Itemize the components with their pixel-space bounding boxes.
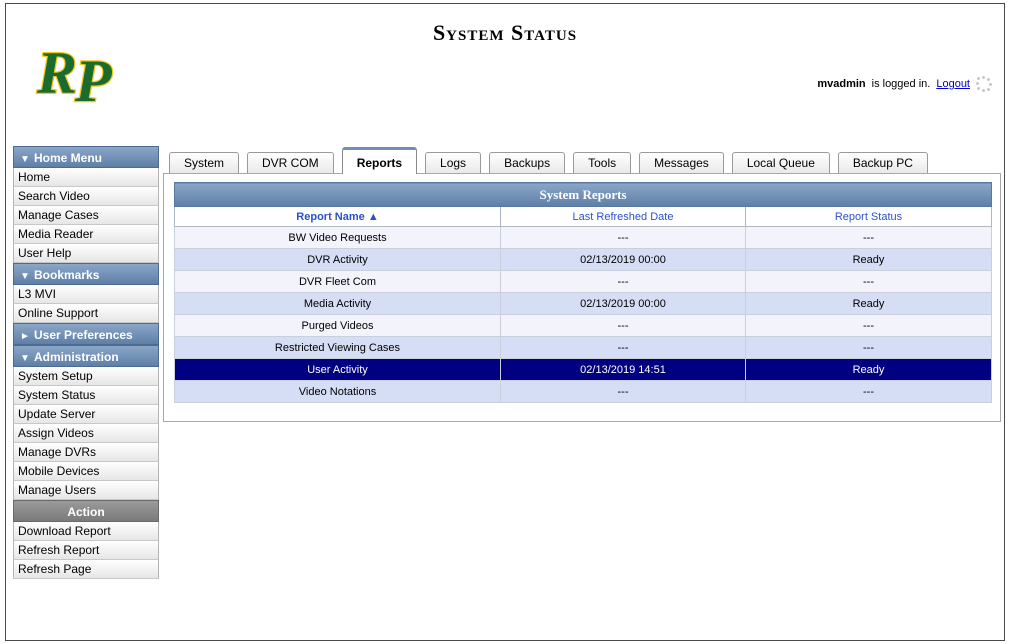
sidebar-item-download-report[interactable]: Download Report — [13, 522, 159, 541]
app-window: R P System Status mvadmin is logged in. … — [5, 3, 1005, 641]
sidebar-item-mobile-devices[interactable]: Mobile Devices — [13, 462, 159, 481]
logout-link[interactable]: Logout — [936, 78, 970, 90]
tab-reports[interactable]: Reports — [341, 147, 418, 174]
last-refreshed-cell: --- — [500, 226, 746, 249]
report-status-cell: --- — [745, 314, 992, 337]
report-name-cell: Purged Videos — [174, 314, 501, 337]
table-row[interactable]: DVR Fleet Com --- --- — [174, 270, 992, 293]
tab-tools[interactable]: Tools — [573, 152, 632, 174]
last-refreshed-cell: 02/13/2019 00:00 — [500, 248, 746, 271]
loading-spinner-icon — [976, 76, 992, 92]
last-refreshed-cell: --- — [500, 270, 746, 293]
page-title: System Status — [432, 20, 578, 45]
tab-messages[interactable]: Messages — [639, 152, 724, 174]
report-name-cell: Media Activity — [174, 292, 501, 315]
tab-backups[interactable]: Backups — [489, 152, 566, 174]
report-name-cell: Restricted Viewing Cases — [174, 336, 501, 359]
report-status-cell: Ready — [745, 248, 992, 271]
sidebar-item-home[interactable]: Home — [13, 168, 159, 187]
table-row[interactable]: Restricted Viewing Cases --- --- — [174, 336, 992, 359]
login-status: mvadmin is logged in. Logout — [817, 76, 992, 92]
tab-local-queue[interactable]: Local Queue — [731, 152, 830, 174]
last-refreshed-cell: 02/13/2019 14:51 — [500, 358, 746, 381]
table-caption: System Reports — [174, 182, 992, 207]
table-row[interactable]: DVR Activity 02/13/2019 00:00 Ready — [174, 248, 992, 271]
sidebar-item-refresh-page[interactable]: Refresh Page — [13, 560, 159, 579]
tab-backup-pc[interactable]: Backup PC — [837, 152, 928, 174]
svg-text:P: P — [74, 48, 113, 107]
report-status-cell: Ready — [745, 292, 992, 315]
report-name-cell: Video Notations — [174, 380, 501, 403]
tab-logs[interactable]: Logs — [425, 152, 482, 174]
sidebar-item-system-setup[interactable]: System Setup — [13, 367, 159, 386]
sidebar-item-user-help[interactable]: User Help — [13, 244, 159, 263]
username: mvadmin — [817, 78, 866, 90]
last-refreshed-cell: --- — [500, 314, 746, 337]
report-status-cell: Ready — [745, 358, 992, 381]
report-status-cell: --- — [745, 270, 992, 293]
report-name-cell: BW Video Requests — [174, 226, 501, 249]
system-reports-table: System Reports Report Name ▲ Last Refres… — [174, 182, 992, 403]
report-status-cell: --- — [745, 336, 992, 359]
tab-dvr-com[interactable]: DVR COM — [247, 152, 334, 174]
report-name-cell: DVR Activity — [174, 248, 501, 271]
sidebar-item-assign-videos[interactable]: Assign Videos — [13, 424, 159, 443]
collapsed-arrow-icon: ► — [20, 331, 30, 342]
sidebar-item-manage-users[interactable]: Manage Users — [13, 481, 159, 500]
table-row[interactable]: User Activity 02/13/2019 14:51 Ready — [174, 358, 992, 381]
table-row[interactable]: Media Activity 02/13/2019 00:00 Ready — [174, 292, 992, 315]
sidebar-item-online-support[interactable]: Online Support — [13, 304, 159, 323]
sidebar-item-system-status[interactable]: System Status — [13, 386, 159, 405]
sidebar-item-search-video[interactable]: Search Video — [13, 187, 159, 206]
sidebar-item-l3-mvi[interactable]: L3 MVI — [13, 285, 159, 304]
column-header-last-refreshed[interactable]: Last Refreshed Date — [500, 206, 746, 227]
tab-bar: System DVR COM Reports Logs Backups Tools Mess… — [169, 146, 936, 174]
action-header: Action — [13, 500, 159, 522]
logged-in-text: is logged in. — [871, 78, 931, 90]
sidebar-item-refresh-report[interactable]: Refresh Report — [13, 541, 159, 560]
report-name-cell: DVR Fleet Com — [174, 270, 501, 293]
table-row[interactable]: BW Video Requests --- --- — [174, 226, 992, 249]
administration-header[interactable]: ▼ Administration — [13, 345, 159, 367]
tab-content-panel: System Reports Report Name ▲ Last Refres… — [163, 173, 1001, 422]
home-menu-header[interactable]: ▼ Home Menu — [13, 146, 159, 168]
table-row[interactable]: Purged Videos --- --- — [174, 314, 992, 337]
sidebar-item-update-server[interactable]: Update Server — [13, 405, 159, 424]
sidebar-item-media-reader[interactable]: Media Reader — [13, 225, 159, 244]
main-panel: System DVR COM Reports Logs Backups Tools Mess… — [163, 146, 1001, 422]
report-status-cell: --- — [745, 380, 992, 403]
bookmarks-header[interactable]: ▼ Bookmarks — [13, 263, 159, 285]
report-name-cell: User Activity — [174, 358, 501, 381]
last-refreshed-cell: 02/13/2019 00:00 — [500, 292, 746, 315]
tab-system[interactable]: System — [169, 152, 240, 174]
user-preferences-header[interactable]: ► User Preferences — [13, 323, 159, 345]
last-refreshed-cell: --- — [500, 336, 746, 359]
sidebar: ▼ Home Menu Home Search Video Manage Cases M… — [13, 146, 159, 579]
sidebar-item-manage-dvrs[interactable]: Manage DVRs — [13, 443, 159, 462]
report-status-cell: --- — [745, 226, 992, 249]
svg-text:R: R — [36, 40, 77, 106]
table-row[interactable]: Video Notations --- --- — [174, 380, 992, 403]
column-header-report-name[interactable]: Report Name ▲ — [174, 206, 501, 227]
sidebar-item-manage-cases[interactable]: Manage Cases — [13, 206, 159, 225]
column-header-report-status[interactable]: Report Status — [745, 206, 992, 227]
last-refreshed-cell: --- — [500, 380, 746, 403]
